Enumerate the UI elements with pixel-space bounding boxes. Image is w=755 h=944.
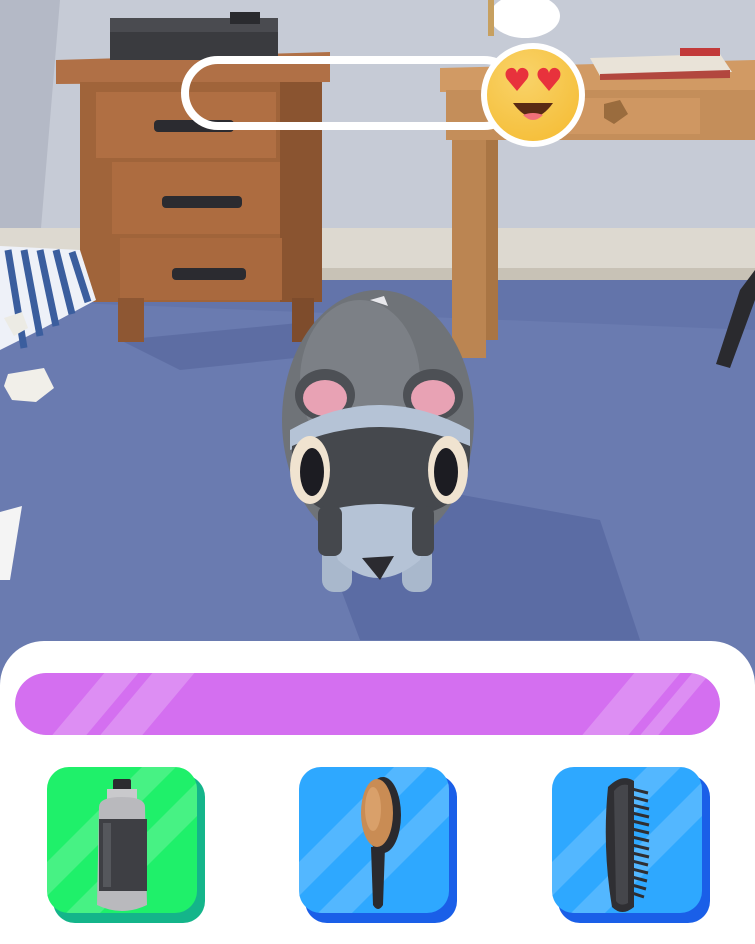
grooming-progress-fill — [15, 673, 720, 735]
comb-icon — [552, 767, 702, 913]
comb-button[interactable] — [552, 767, 710, 923]
shampoo-bottle-icon — [47, 767, 197, 913]
mood-meter-track — [181, 56, 521, 130]
game-scene — [0, 0, 755, 944]
shampoo-button[interactable] — [47, 767, 205, 923]
grooming-progress-track — [15, 673, 720, 735]
tool-panel — [0, 641, 755, 944]
hair-brush-icon — [299, 767, 449, 913]
hair-brush-button[interactable] — [299, 767, 457, 923]
heart-eyes-emoji-icon — [481, 43, 585, 147]
